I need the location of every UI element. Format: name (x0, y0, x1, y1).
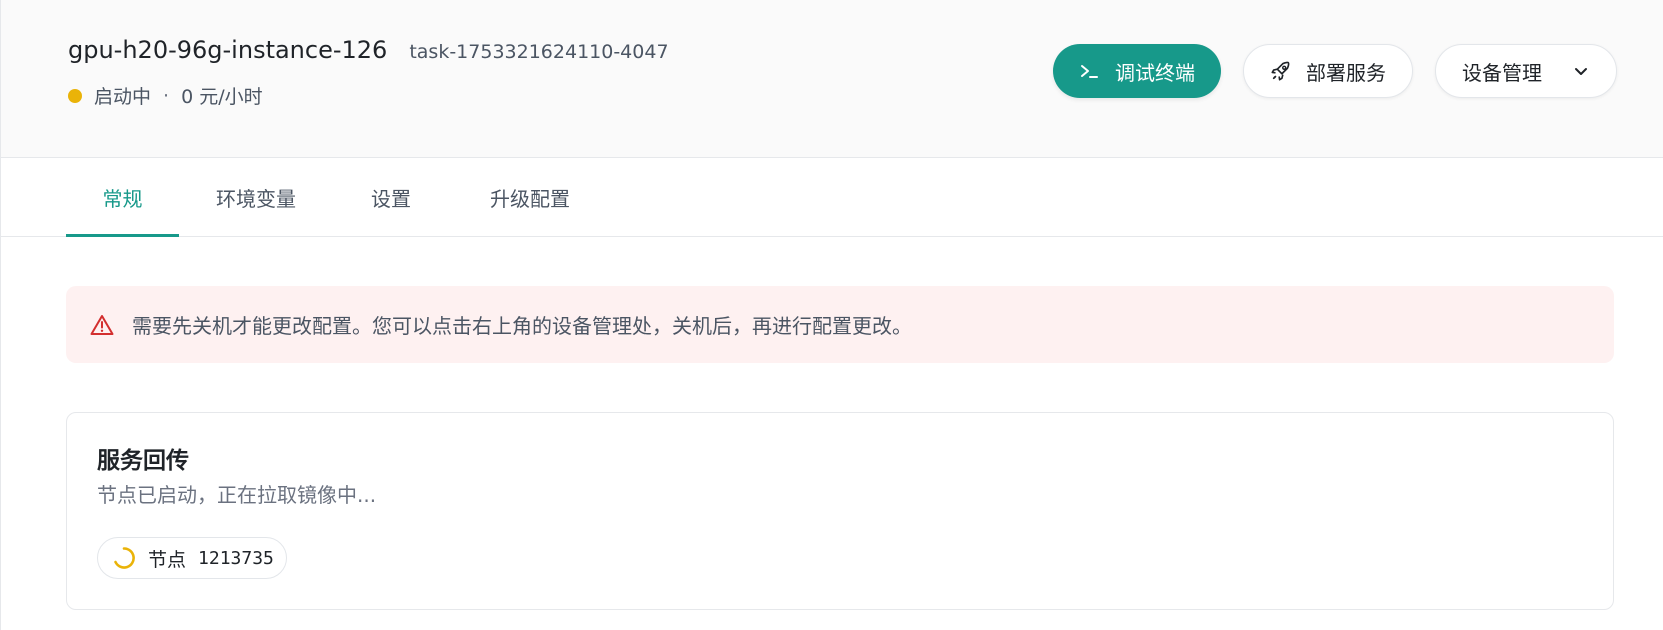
service-callback-card: 服务回传 节点已启动，正在拉取镜像中... 节点 1213735 (66, 412, 1614, 610)
config-warning-alert: 需要先关机才能更改配置。您可以点击右上角的设备管理处，关机后，再进行配置更改。 (66, 286, 1614, 363)
status-indicator (68, 88, 82, 103)
node-chip[interactable]: 节点 1213735 (97, 537, 287, 579)
card-title: 服务回传 (97, 448, 189, 474)
node-id: 1213735 (198, 547, 274, 569)
status-text: 启动中 (94, 86, 152, 108)
deploy-service-label: 部署服务 (1306, 60, 1386, 85)
task-id: task-1753321624110-4047 (409, 41, 669, 63)
tab-general[interactable]: 常规 (66, 158, 179, 237)
instance-detail-page: gpu-h20-96g-instance-126 task-1753321624… (0, 0, 1663, 630)
tab-upgrade-config[interactable]: 升级配置 (475, 158, 585, 236)
spinner-icon (112, 546, 136, 570)
device-management-label: 设备管理 (1462, 60, 1542, 85)
rocket-icon (1270, 60, 1292, 82)
title-row: gpu-h20-96g-instance-126 task-1753321624… (68, 36, 669, 64)
card-subtitle: 节点已启动，正在拉取镜像中... (97, 483, 377, 507)
warning-icon (90, 314, 114, 336)
deploy-service-button[interactable]: 部署服务 (1243, 44, 1413, 98)
price-text: 0 元/小时 (181, 86, 263, 108)
header-actions: 调试终端 部署服务 设备管理 (1053, 44, 1617, 98)
node-label: 节点 (148, 548, 187, 571)
chevron-down-icon (1572, 62, 1590, 80)
separator: · (163, 84, 170, 107)
instance-header: gpu-h20-96g-instance-126 task-1753321624… (1, 0, 1663, 158)
status-row: 启动中 · 0 元/小时 (68, 82, 263, 109)
debug-terminal-label: 调试终端 (1115, 60, 1195, 85)
tab-settings[interactable]: 设置 (351, 158, 431, 236)
tab-env-vars[interactable]: 环境变量 (201, 158, 311, 236)
device-management-button[interactable]: 设备管理 (1435, 44, 1617, 98)
instance-name: gpu-h20-96g-instance-126 (68, 36, 388, 64)
tab-bar: 常规 环境变量 设置 升级配置 (1, 158, 1663, 237)
alert-text: 需要先关机才能更改配置。您可以点击右上角的设备管理处，关机后，再进行配置更改。 (132, 314, 912, 338)
terminal-icon (1079, 61, 1101, 81)
debug-terminal-button[interactable]: 调试终端 (1053, 44, 1221, 98)
